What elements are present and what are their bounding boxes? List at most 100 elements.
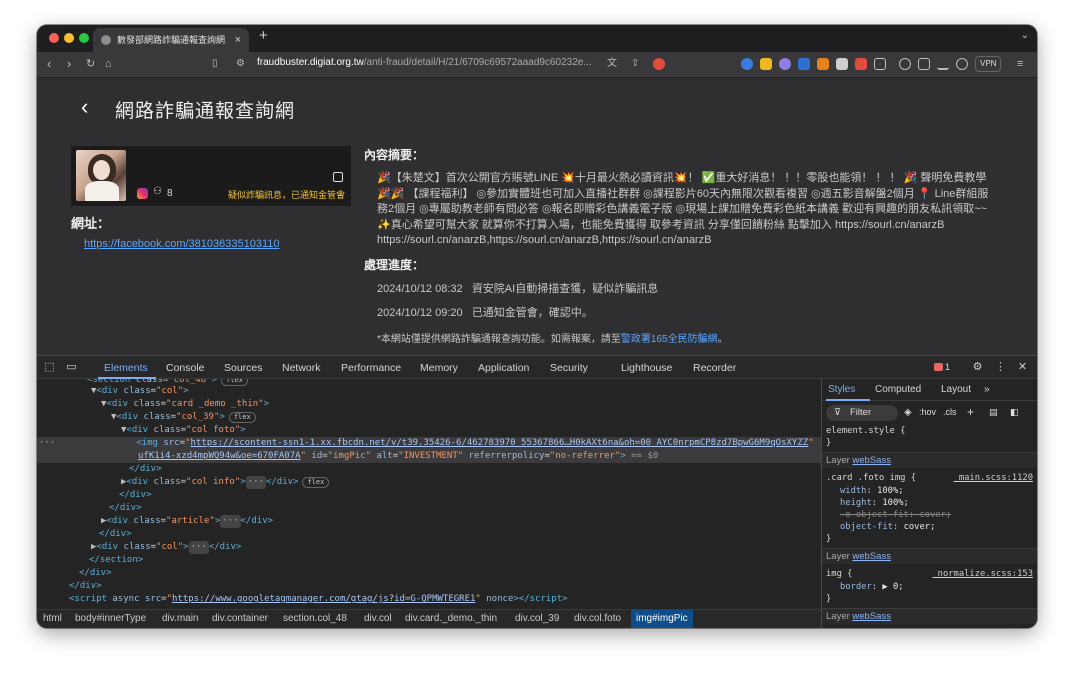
dom-node[interactable]: ▶<div class="col"> ··· </div>: [91, 541, 241, 554]
home-icon[interactable]: ⌂: [105, 56, 112, 72]
leo-ai-icon[interactable]: [956, 58, 968, 70]
tab-elements[interactable]: Elements: [104, 362, 148, 374]
brave-shield-icon[interactable]: [653, 58, 665, 70]
tab-close-icon[interactable]: ×: [235, 28, 241, 52]
download-icon[interactable]: [937, 58, 949, 70]
address-bar[interactable]: fraudbuster.digiat.org.tw/anti-fraud/det…: [257, 57, 597, 68]
css-property[interactable]: width: 100%;: [840, 486, 904, 496]
window-close-button[interactable]: [49, 33, 59, 43]
rule-selector[interactable]: img {: [826, 569, 852, 579]
paint-icon[interactable]: ◈: [904, 407, 912, 418]
back-nav-icon[interactable]: ‹: [47, 56, 51, 72]
tab-styles[interactable]: Styles: [828, 384, 855, 395]
dom-node[interactable]: ▼<div class="col foto">: [121, 424, 246, 437]
dom-node[interactable]: </div>: [109, 502, 142, 515]
new-tab-button[interactable]: +: [259, 27, 268, 44]
dom-node[interactable]: ▶<div class="col info"> ··· </div> flex: [121, 476, 330, 489]
breadcrumb-item[interactable]: div.col.foto: [574, 613, 621, 624]
tab-application[interactable]: Application: [478, 362, 529, 374]
browser-tab[interactable]: 數發部網路詐騙通報查詢網 ×: [93, 28, 249, 52]
more-options-icon[interactable]: ⋮: [994, 361, 1007, 374]
rule-source-link[interactable]: _main.scss:1120: [954, 473, 1033, 483]
dom-node[interactable]: </div>: [79, 567, 112, 580]
bookmark-icon[interactable]: ▯: [212, 56, 218, 72]
extension-fox-icon[interactable]: [817, 58, 829, 70]
error-badge[interactable]: 1: [934, 362, 950, 372]
breadcrumb-item-active[interactable]: img#imgPic: [631, 610, 693, 628]
breadcrumb-item[interactable]: div.main: [162, 613, 199, 624]
breadcrumb-item[interactable]: div.container: [212, 613, 268, 624]
settings-gear-icon[interactable]: ⚙: [971, 361, 984, 374]
breadcrumb-item[interactable]: div.card._demo._thin: [405, 613, 497, 624]
dom-node[interactable]: </section>: [89, 554, 143, 567]
layer-link[interactable]: webSass: [852, 551, 891, 562]
css-property[interactable]: height: 100%;: [840, 498, 909, 508]
back-arrow-icon[interactable]: ‹: [81, 94, 88, 120]
rule-selector[interactable]: .card .foto img {: [826, 473, 916, 483]
translate-icon[interactable]: 文: [607, 56, 617, 72]
tab-lighthouse[interactable]: Lighthouse: [621, 362, 672, 374]
extension-puzzle-icon[interactable]: [874, 58, 886, 70]
inspect-element-icon[interactable]: ⬚: [43, 361, 56, 374]
breadcrumb-item[interactable]: html: [43, 613, 62, 624]
vpn-button[interactable]: VPN: [975, 56, 1002, 72]
tab-memory[interactable]: Memory: [420, 362, 458, 374]
forward-nav-icon[interactable]: ›: [67, 56, 71, 72]
share-icon[interactable]: ⇪: [631, 56, 639, 72]
hov-toggle[interactable]: :hov: [919, 407, 936, 417]
dom-node[interactable]: ▼<div class="col">: [91, 385, 189, 398]
sidebar-icon[interactable]: [918, 58, 930, 70]
extension-cloud-icon[interactable]: [779, 58, 791, 70]
site-info-icon[interactable]: ⚙: [236, 56, 245, 72]
tab-sources[interactable]: Sources: [224, 362, 263, 374]
breadcrumb-item[interactable]: div.col_39: [515, 613, 559, 624]
toggle-sidebar-icon[interactable]: ◧: [1010, 407, 1019, 418]
extension-k-icon[interactable]: [798, 58, 810, 70]
menu-icon[interactable]: ≡: [1017, 56, 1023, 72]
copy-icon[interactable]: [333, 172, 343, 182]
facebook-link[interactable]: https://facebook.com/381036335103110: [84, 238, 280, 250]
dom-node[interactable]: ▼<div class="col_39"> flex: [111, 411, 256, 424]
styles-filter-input[interactable]: ⊽ Filter: [826, 405, 898, 421]
dom-node[interactable]: </div>: [69, 580, 102, 593]
breadcrumb-item[interactable]: section.col_48: [283, 613, 347, 624]
tab-security[interactable]: Security: [550, 362, 588, 374]
extension-key-icon[interactable]: [760, 58, 772, 70]
dom-node[interactable]: ▶<div class="article"> ··· </div>: [101, 515, 273, 528]
more-tabs-icon[interactable]: »: [984, 384, 990, 395]
extension-a-icon[interactable]: [855, 58, 867, 70]
css-property[interactable]: border: ▶ 0;: [840, 582, 904, 592]
dom-node[interactable]: </div>: [129, 463, 162, 476]
tab-performance[interactable]: Performance: [341, 362, 401, 374]
dom-node[interactable]: ▼<div class="card _demo _thin">: [101, 398, 269, 411]
layer-link[interactable]: webSass: [852, 611, 891, 622]
close-devtools-icon[interactable]: ✕: [1016, 361, 1029, 374]
cls-toggle[interactable]: .cls: [943, 407, 957, 417]
new-rule-icon[interactable]: +: [967, 405, 974, 419]
tab-computed[interactable]: Computed: [875, 384, 921, 395]
selected-dom-node[interactable]: ufK1i4-xzd4mpWQ94w&oe=670FA07A" id="imgP…: [37, 450, 821, 463]
reload-icon[interactable]: ↻: [86, 56, 95, 72]
computed-styles-icon[interactable]: ▤: [989, 407, 998, 418]
css-property-overridden[interactable]: -o-object-fit: cover;: [840, 510, 951, 520]
element-style-rule[interactable]: element.style {: [826, 426, 905, 436]
breadcrumb-item[interactable]: body#innerType: [75, 613, 146, 624]
dom-node[interactable]: </div>: [119, 489, 152, 502]
dom-node[interactable]: <script async src="https://www.googletag…: [69, 593, 568, 606]
dom-node[interactable]: </div>: [99, 528, 132, 541]
extension-globe-icon[interactable]: [741, 58, 753, 70]
tab-console[interactable]: Console: [166, 362, 205, 374]
breadcrumb-item[interactable]: div.col: [364, 613, 392, 624]
tab-recorder[interactable]: Recorder: [693, 362, 736, 374]
window-minimize-button[interactable]: [64, 33, 74, 43]
device-toolbar-icon[interactable]: ▭: [65, 361, 78, 374]
music-icon[interactable]: [899, 58, 911, 70]
selected-dom-node[interactable]: ··· <img src="https://scontent-ssn1-1.xx.…: [37, 437, 821, 450]
tab-network[interactable]: Network: [282, 362, 321, 374]
layer-link[interactable]: webSass: [852, 455, 891, 466]
police-165-link[interactable]: 警政署165全民防騙網: [621, 334, 718, 345]
extension-leaf-icon[interactable]: [836, 58, 848, 70]
window-zoom-button[interactable]: [79, 33, 89, 43]
tab-layout[interactable]: Layout: [941, 384, 971, 395]
rule-source-link[interactable]: _normalize.scss:153: [932, 569, 1033, 579]
